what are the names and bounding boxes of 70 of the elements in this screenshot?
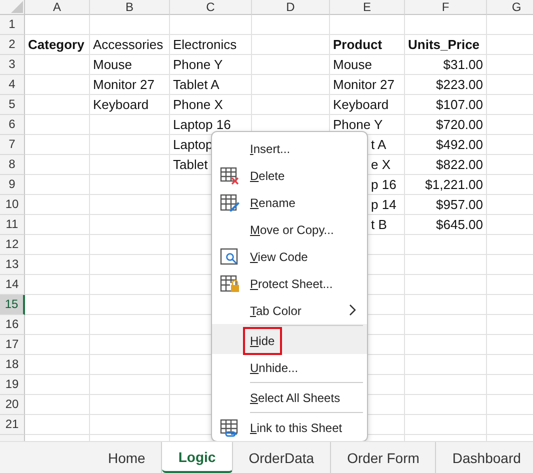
row-header[interactable]: 17 xyxy=(0,335,25,355)
menu-item[interactable]: Hide xyxy=(212,324,367,354)
column-header[interactable]: A xyxy=(25,0,90,15)
table-pencil-icon xyxy=(220,194,240,212)
column-header[interactable]: G xyxy=(487,0,533,15)
sheet-tab[interactable]: Logic xyxy=(162,442,233,473)
row-header[interactable]: 8 xyxy=(0,155,25,175)
row-header[interactable]: 12 xyxy=(0,235,25,255)
row-header[interactable]: 20 xyxy=(0,395,25,415)
table-cell: Keyboard xyxy=(330,95,405,115)
sheet-tab[interactable]: Dashboard xyxy=(436,442,533,473)
row-header[interactable]: 11 xyxy=(0,215,25,235)
row-header[interactable]: 13 xyxy=(0,255,25,275)
row-header[interactable]: 5 xyxy=(0,95,25,115)
row-header[interactable]: 3 xyxy=(0,55,25,75)
table-cell: Phone X xyxy=(170,95,252,115)
table-link-icon xyxy=(220,418,240,436)
table-cell: Product xyxy=(330,35,405,55)
menu-item[interactable]: Link to this Sheet xyxy=(212,411,367,441)
table-cell: $957.00 xyxy=(405,195,487,215)
table-cell: Accessories xyxy=(90,35,170,55)
row-header[interactable]: 21 xyxy=(0,415,25,435)
triangle-icon xyxy=(9,1,23,13)
table-cell: $720.00 xyxy=(405,115,487,135)
row-header[interactable]: 2 xyxy=(0,35,25,55)
table-cell: Phone Y xyxy=(170,55,252,75)
row-header[interactable]: 16 xyxy=(0,315,25,335)
search-icon xyxy=(220,248,240,266)
column-header[interactable]: F xyxy=(405,0,487,15)
table-cell: $223.00 xyxy=(405,75,487,95)
table-cell: Units_Price xyxy=(405,35,487,55)
sheet-tab[interactable]: OrderData xyxy=(232,442,332,473)
row-header[interactable]: 1 xyxy=(0,15,25,35)
menu-item[interactable]: Unhide... xyxy=(212,354,367,381)
table-cell: $492.00 xyxy=(405,135,487,155)
table-cell: Monitor 27 xyxy=(330,75,405,95)
row-header[interactable]: 10 xyxy=(0,195,25,215)
table-cell: $645.00 xyxy=(405,215,487,235)
menu-item[interactable]: Protect Sheet... xyxy=(212,270,367,297)
table-cell: Keyboard xyxy=(90,95,170,115)
table-delete-icon xyxy=(220,166,240,184)
table-cell: $1,221.00 xyxy=(405,175,487,195)
sheet-tab[interactable]: Order Form xyxy=(331,442,436,473)
menu-item[interactable]: Tab Color xyxy=(212,297,367,324)
row-header[interactable]: 14 xyxy=(0,275,25,295)
table-cell: Mouse xyxy=(90,55,170,75)
select-all-corner[interactable] xyxy=(0,0,25,15)
column-header[interactable]: C xyxy=(170,0,252,15)
row-header[interactable]: 7 xyxy=(0,135,25,155)
row-header[interactable]: 18 xyxy=(0,355,25,375)
chevron-right-icon xyxy=(349,304,357,316)
table-lock-icon xyxy=(220,274,240,292)
row-header[interactable]: 9 xyxy=(0,175,25,195)
table-cell: Category xyxy=(25,35,90,55)
table-cell: Electronics xyxy=(170,35,252,55)
table-cell: Mouse xyxy=(330,55,405,75)
row-header[interactable]: 19 xyxy=(0,375,25,395)
row-header[interactable]: 15 xyxy=(0,295,25,315)
column-header[interactable]: B xyxy=(90,0,170,15)
table-cell: $822.00 xyxy=(405,155,487,175)
table-cell: Tablet A xyxy=(170,75,252,95)
menu-item[interactable]: View Code xyxy=(212,243,367,270)
column-header[interactable]: D xyxy=(252,0,330,15)
row-header[interactable]: 6 xyxy=(0,115,25,135)
column-header[interactable]: E xyxy=(330,0,405,15)
table-cell: $31.00 xyxy=(405,55,487,75)
table-cell: Monitor 27 xyxy=(90,75,170,95)
menu-item[interactable]: Select All Sheets xyxy=(212,381,367,411)
table-cell: $107.00 xyxy=(405,95,487,115)
row-header[interactable]: 4 xyxy=(0,75,25,95)
